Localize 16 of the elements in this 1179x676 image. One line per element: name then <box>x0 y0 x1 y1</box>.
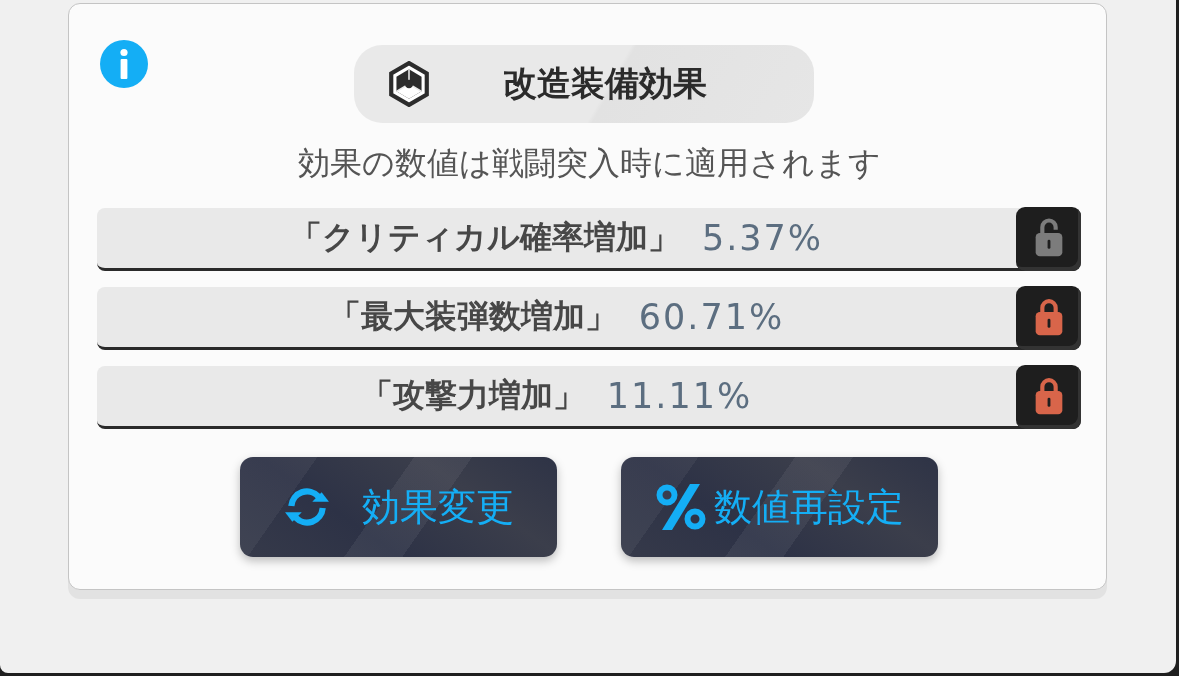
effect-name: 「攻撃力増加」 <box>360 375 585 416</box>
lock-button[interactable] <box>1016 207 1081 271</box>
lock-button[interactable] <box>1016 286 1081 350</box>
lock-button[interactable] <box>1016 365 1081 429</box>
percent-icon <box>655 484 706 530</box>
effect-value: 5.37% <box>701 218 824 258</box>
refresh-icon <box>283 486 330 528</box>
hexagon-cube-icon <box>388 61 430 107</box>
action-button[interactable]: 数値再設定 <box>621 457 938 557</box>
effect-note: 効果の数値は戦闘突入時に適用されます <box>296 143 882 183</box>
effect-name: 「最大装弾数増加」 <box>328 296 617 337</box>
action-button[interactable]: 効果変更 <box>240 457 557 557</box>
effect-value: 11.11% <box>606 376 753 416</box>
effect-value: 60.71% <box>638 297 785 337</box>
panel-title: 改造装備効果 <box>502 62 708 105</box>
effect-name: 「クリティカル確率増加」 <box>289 217 680 258</box>
